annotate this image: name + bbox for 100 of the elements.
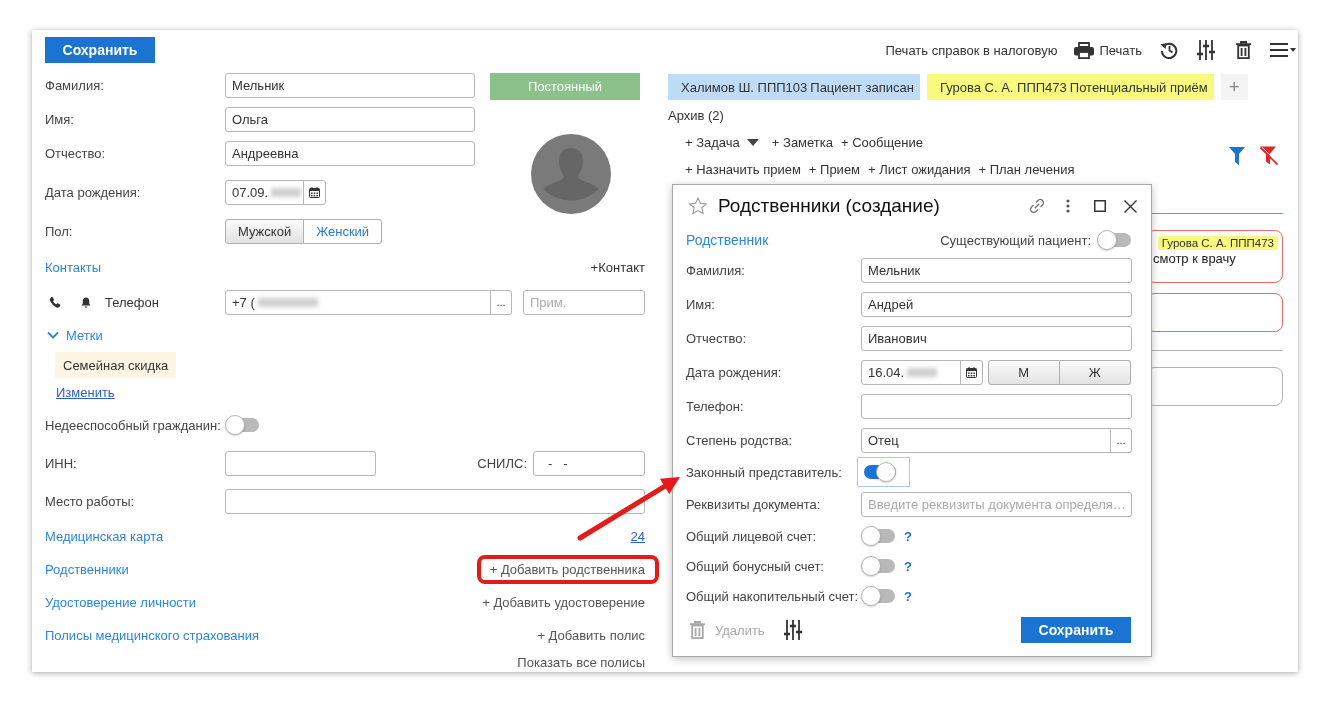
save-button[interactable]: Сохранить [1021, 617, 1131, 643]
tax-print-button[interactable]: Печать справок в налоговую [885, 42, 1058, 58]
field-label: Отчество: [45, 145, 107, 161]
printer-icon [1074, 41, 1095, 59]
inn-field[interactable] [225, 450, 376, 476]
segment-button[interactable]: Ж [1059, 359, 1131, 385]
action-link[interactable]: + Прием [808, 161, 861, 177]
dialog-title: Родственники (создание) [718, 195, 940, 217]
section-link[interactable]: Полисы медицинского страхования [45, 628, 260, 643]
field-label: Общий накопительный счет: [686, 588, 859, 604]
edit-tags-link[interactable]: Изменить [56, 384, 115, 400]
status-badge: Постоянный [490, 73, 640, 100]
add-link[interactable]: + Добавить удостоверение [482, 595, 645, 610]
phone-field[interactable]: +7 ( ... [225, 289, 512, 315]
segment-button[interactable]: Женский [304, 218, 383, 244]
field-label: Имя: [45, 111, 75, 127]
more-icon[interactable] [1066, 199, 1070, 213]
count-link[interactable]: 24 [630, 529, 645, 544]
text-field[interactable]: Андреевна [225, 140, 475, 166]
help-link[interactable]: ? [904, 558, 912, 574]
text-field[interactable]: Ольга [225, 106, 475, 132]
field-label: Существующий пациент: [940, 232, 1091, 248]
tag-chip: Семейная скидка [55, 352, 177, 378]
toggle-switch[interactable] [861, 586, 895, 606]
clear-filter-icon[interactable] [1259, 146, 1278, 165]
appointment-tab[interactable]: Гурова С. А. ППП473 Потенциальный приём [926, 74, 1214, 100]
field-label: Общий бонусный счет: [686, 558, 825, 574]
toggle-switch[interactable] [225, 415, 259, 435]
help-link[interactable]: ? [904, 588, 912, 604]
filter-icon[interactable] [1229, 146, 1245, 165]
field-label: Дата рождения: [686, 364, 783, 380]
picker-button[interactable]: ... [1110, 428, 1131, 452]
appointment-tab[interactable]: Халимов Ш. ППП103 Пациент записан [668, 74, 920, 100]
tags-section-toggle[interactable]: Метки [47, 327, 103, 343]
field-label: Дата рождения: [45, 184, 142, 200]
contacts-link[interactable]: Контакты [45, 259, 102, 275]
section-link[interactable]: Медицинская карта [45, 529, 164, 544]
caret-icon[interactable] [746, 138, 759, 146]
calendar-icon [966, 366, 977, 378]
contact-type-label: Телефон [105, 294, 159, 310]
action-link[interactable]: + Лист ожидания [868, 161, 971, 177]
field-label: Законный представитель: [686, 464, 843, 480]
snils-field[interactable]: - - [533, 450, 645, 476]
field-label: Место работы: [45, 493, 136, 509]
add-link[interactable]: + Добавить полис [537, 628, 645, 643]
action-link[interactable]: + Назначить прием [685, 161, 801, 177]
doctor-badge: Гурова С. А. ППП473 [1157, 236, 1278, 250]
segment-button[interactable]: Мужской [225, 218, 305, 244]
date-field[interactable]: 07.09. [225, 179, 326, 205]
close-icon[interactable] [1124, 199, 1137, 213]
workplace-field[interactable] [225, 488, 645, 514]
section-link[interactable]: Удостоверение личности [45, 595, 197, 610]
bell-icon[interactable] [80, 295, 92, 309]
text-field[interactable]: Мельник [225, 72, 475, 98]
section-title: Родственник [686, 232, 769, 248]
print-button[interactable]: Печать [1074, 41, 1142, 59]
field-label: Недееспособный гражданин: [45, 417, 222, 433]
archive-link[interactable]: Архив (2) [668, 107, 724, 123]
text-field[interactable] [861, 393, 1132, 419]
action-link[interactable]: + Задача [685, 134, 740, 150]
history-icon[interactable] [1160, 41, 1178, 59]
select-field[interactable]: Отец ... [861, 427, 1132, 453]
sliders-icon[interactable] [1197, 40, 1215, 60]
toggle-switch[interactable] [861, 526, 895, 546]
menu-icon[interactable] [1270, 43, 1288, 57]
toggle-switch[interactable] [857, 457, 910, 487]
field-label: Отчество: [686, 330, 748, 346]
link-icon[interactable] [1029, 198, 1045, 214]
picker-button[interactable]: ... [490, 290, 511, 314]
field-label: Общий лицевой счет: [686, 528, 818, 544]
text-field[interactable]: Мельник [861, 257, 1132, 283]
field-label: Степень родства: [686, 432, 794, 448]
sliders-icon[interactable] [783, 620, 802, 640]
toggle-switch[interactable] [1097, 230, 1131, 250]
caret-icon[interactable] [1290, 48, 1296, 52]
text-field[interactable]: Иванович [861, 325, 1132, 351]
field-label: ИНН: [45, 455, 78, 471]
field-label: Телефон: [686, 398, 745, 414]
field-label: Пол: [45, 223, 74, 239]
action-link[interactable]: + Сообщение [841, 134, 923, 150]
field-label: Реквизиты документа: [686, 496, 822, 512]
star-icon[interactable] [689, 197, 707, 215]
field-label: Фамилия: [686, 262, 746, 278]
section-link[interactable]: Родственники [45, 562, 129, 577]
add-contact-link[interactable]: +Контакт [590, 259, 645, 275]
help-link[interactable]: ? [904, 528, 912, 544]
text-field[interactable]: Андрей [861, 291, 1132, 317]
toggle-switch[interactable] [861, 556, 895, 576]
action-link[interactable]: + Заметка [771, 134, 833, 150]
segment-button[interactable]: М [988, 359, 1060, 385]
phone-icon [49, 296, 61, 308]
action-link[interactable]: + План лечения [978, 161, 1075, 177]
field-label: СНИЛС: [477, 455, 527, 471]
field-label: Имя: [686, 296, 716, 312]
add-link[interactable]: + Добавить родственника [489, 562, 645, 577]
save-button[interactable]: Сохранить [45, 37, 155, 63]
trash-icon[interactable] [1236, 41, 1251, 59]
date-field[interactable]: 16.04. [861, 359, 983, 385]
show-all-policies-link[interactable]: Показать все полисы [517, 654, 645, 670]
maximize-icon[interactable] [1094, 200, 1106, 212]
